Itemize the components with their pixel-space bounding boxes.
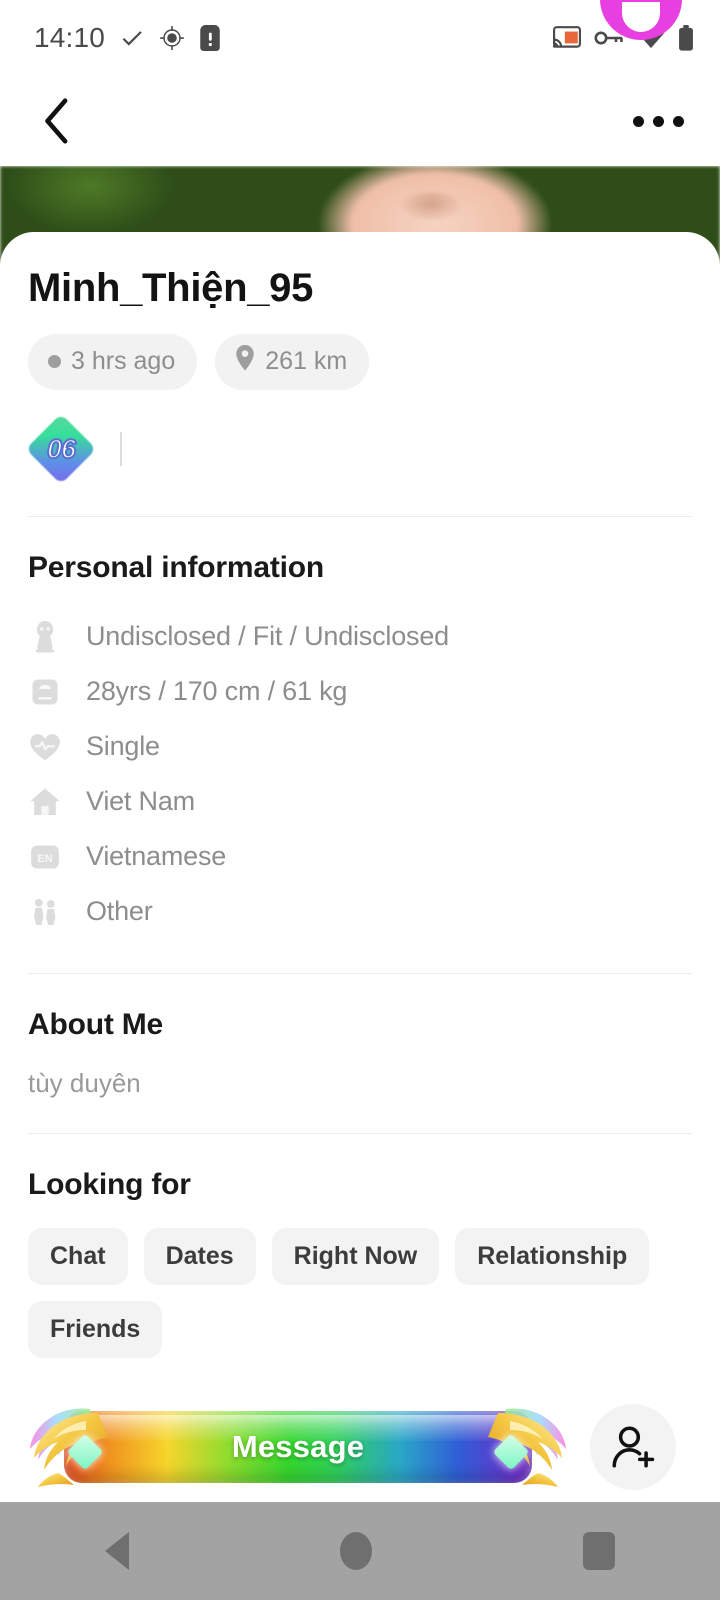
location-pin-icon bbox=[235, 345, 255, 378]
last-active-label: 3 hrs ago bbox=[71, 347, 176, 375]
back-arrow-icon bbox=[45, 98, 68, 144]
info-value: Viet Nam bbox=[86, 786, 195, 816]
info-row-body-type: Undisclosed / Fit / Undisclosed bbox=[28, 609, 692, 664]
phone-screen: 14:10 Minh_Thiện_95 3 hrs ago 261 km 06 … bbox=[0, 0, 720, 1600]
chip-right-now[interactable]: Right Now bbox=[271, 1228, 440, 1285]
info-value: Vietnamese bbox=[86, 841, 227, 871]
distance-pill: 261 km bbox=[215, 334, 370, 390]
action-bar: Message bbox=[28, 1392, 692, 1502]
message-button-label: Message bbox=[231, 1429, 365, 1464]
level-badge-row: 06 bbox=[25, 413, 692, 485]
status-bar-left: 14:10 bbox=[34, 22, 221, 54]
chip-dates[interactable]: Dates bbox=[143, 1228, 256, 1285]
nav-recents-icon[interactable] bbox=[582, 1532, 615, 1570]
app-bar bbox=[0, 76, 720, 166]
info-row-relationship: Single bbox=[28, 719, 692, 774]
nav-back-icon[interactable] bbox=[105, 1532, 130, 1570]
screen-cast-icon bbox=[553, 26, 581, 50]
personal-information-list: Undisclosed / Fit / Undisclosed 28yrs / … bbox=[28, 609, 692, 939]
personal-information-title: Personal information bbox=[28, 551, 325, 584]
gps-location-icon bbox=[159, 25, 185, 51]
role-figures-icon bbox=[28, 895, 62, 929]
add-friend-icon bbox=[612, 1426, 655, 1468]
info-row-role: Other bbox=[28, 884, 692, 939]
relationship-heart-icon bbox=[28, 730, 62, 764]
message-button[interactable]: Message bbox=[28, 1395, 568, 1499]
nav-home-icon[interactable] bbox=[339, 1532, 372, 1570]
android-nav-bar bbox=[0, 1502, 720, 1600]
info-row-country: Viet Nam bbox=[28, 774, 692, 829]
level-badge-number: 06 bbox=[46, 433, 77, 465]
profile-card: Minh_Thiện_95 3 hrs ago 261 km 06 Person… bbox=[0, 232, 720, 1502]
info-row-measurements: 28yrs / 170 cm / 61 kg bbox=[28, 664, 692, 719]
profile-meta-pills: 3 hrs ago 261 km bbox=[28, 334, 692, 390]
online-dot-icon bbox=[48, 355, 61, 368]
check-icon bbox=[119, 25, 145, 51]
sim-card-alert-icon bbox=[199, 25, 221, 51]
body-type-icon bbox=[28, 620, 62, 654]
chip-friends[interactable]: Friends bbox=[28, 1301, 163, 1358]
status-bar-clock: 14:10 bbox=[34, 22, 106, 53]
divider-after-personal-info bbox=[28, 973, 692, 974]
info-value: Undisclosed / Fit / Undisclosed bbox=[86, 621, 449, 651]
looking-for-title: Looking for bbox=[28, 1168, 191, 1201]
info-row-language: EN Vietnamese bbox=[28, 829, 692, 884]
svg-text:EN: EN bbox=[37, 853, 52, 865]
photo-nose-region bbox=[400, 192, 462, 222]
divider-after-about-me bbox=[28, 1133, 692, 1134]
info-value: 28yrs / 170 cm / 61 kg bbox=[86, 676, 348, 706]
home-icon bbox=[28, 785, 62, 819]
info-value: Other bbox=[86, 896, 153, 926]
chip-chat[interactable]: Chat bbox=[28, 1228, 128, 1285]
about-me-title: About Me bbox=[28, 1008, 164, 1041]
weight-scale-icon bbox=[28, 675, 62, 709]
back-button[interactable] bbox=[30, 94, 84, 148]
more-dot-3 bbox=[672, 115, 684, 127]
about-me-text: tùy duyên bbox=[28, 1068, 141, 1098]
page-title: Minh_Thiện_95 bbox=[28, 266, 314, 310]
divider-after-badges bbox=[28, 516, 692, 517]
add-friend-button[interactable] bbox=[590, 1404, 676, 1490]
more-options-button[interactable] bbox=[628, 94, 688, 148]
chip-relationship[interactable]: Relationship bbox=[455, 1228, 650, 1285]
info-value: Single bbox=[86, 731, 160, 761]
level-badge[interactable]: 06 bbox=[25, 413, 97, 485]
more-dot-2 bbox=[652, 115, 664, 127]
language-en-icon: EN bbox=[28, 840, 62, 874]
badge-divider bbox=[120, 432, 122, 466]
last-active-pill: 3 hrs ago bbox=[28, 334, 198, 390]
battery-icon bbox=[678, 25, 694, 51]
more-dot-1 bbox=[632, 115, 644, 127]
distance-label: 261 km bbox=[265, 347, 348, 375]
looking-for-chips: Chat Dates Right Now Relationship Friend… bbox=[28, 1228, 692, 1358]
